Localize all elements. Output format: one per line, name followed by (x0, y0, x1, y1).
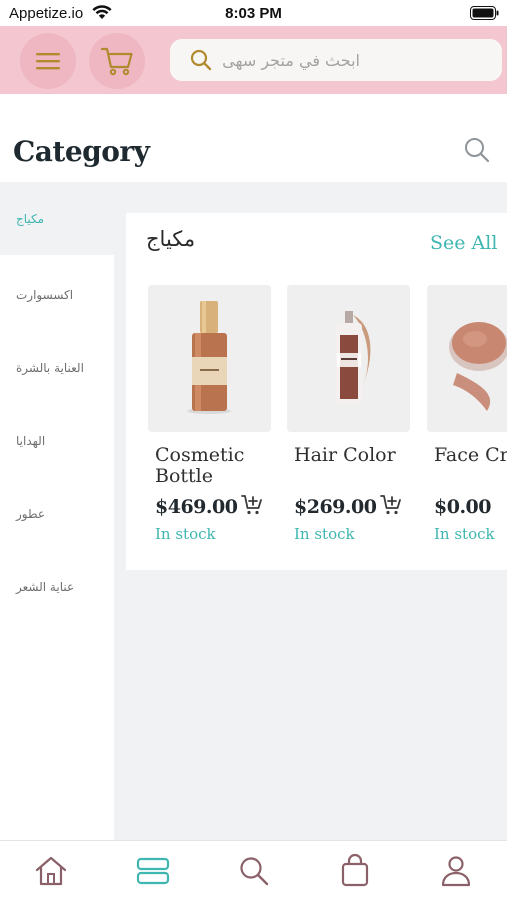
cart-icon (100, 47, 133, 76)
sidebar-item-label: مكياج (16, 212, 45, 226)
sidebar-item-perfumes[interactable]: عطور (0, 474, 114, 547)
sidebar-item-label: عناية الشعر (16, 580, 75, 594)
product-price: $0.00 (434, 496, 492, 518)
search-input[interactable] (220, 45, 490, 75)
sidebar-item-label: اكسسوارت (16, 288, 74, 302)
bottom-nav (0, 840, 507, 900)
categories-icon[interactable] (135, 853, 171, 889)
search-icon[interactable] (190, 49, 212, 71)
sidebar-item-gifts[interactable]: الهدايا (0, 401, 114, 474)
products-panel: مكياج See All Cosmetic Bottle $469.00 In… (126, 213, 507, 570)
stock-status: In stock (155, 525, 216, 543)
see-all-link[interactable]: See All (430, 232, 497, 254)
profile-icon[interactable] (438, 853, 474, 889)
product-card[interactable]: Face Cre $0.00 In stock (427, 285, 507, 555)
search-nav-icon[interactable] (236, 853, 272, 889)
sidebar-item-accessories[interactable]: اكسسوارت (0, 255, 114, 328)
battery-icon (470, 6, 499, 20)
sidebar-item-label: العناية بالشرة (16, 361, 84, 375)
product-name: Cosmetic Bottle (155, 444, 245, 487)
add-to-cart-icon[interactable] (380, 494, 402, 516)
status-bar: Appetize.io 8:03 PM (0, 0, 507, 26)
product-image (287, 285, 410, 432)
product-name: Hair Color (294, 444, 396, 466)
page-title: Category (13, 135, 150, 168)
face-cream-image (427, 285, 507, 432)
product-card[interactable]: Cosmetic Bottle $469.00 In stock (148, 285, 271, 555)
menu-button[interactable] (20, 33, 76, 89)
product-card[interactable]: Hair Color $269.00 In stock (287, 285, 410, 555)
cart-button[interactable] (89, 33, 145, 89)
search-box (170, 39, 502, 81)
product-image (148, 285, 271, 432)
product-price: $469.00 (155, 496, 238, 518)
stock-status: In stock (434, 525, 495, 543)
panel-heading: مكياج (146, 227, 196, 251)
category-sidebar: مكياج اكسسوارت العناية بالشرة الهدايا عط… (0, 182, 114, 840)
product-image (427, 285, 507, 432)
hamburger-icon (36, 53, 60, 70)
app-header (0, 26, 507, 94)
sidebar-item-label: عطور (16, 507, 45, 521)
sidebar-item-haircare[interactable]: عناية الشعر (0, 547, 114, 620)
stock-status: In stock (294, 525, 355, 543)
product-price: $269.00 (294, 496, 377, 518)
product-name: Face Cre (434, 444, 507, 466)
category-search-icon[interactable] (463, 136, 491, 164)
home-icon[interactable] (33, 853, 69, 889)
bag-icon[interactable] (337, 853, 373, 889)
sidebar-item-makeup[interactable]: مكياج (0, 182, 114, 255)
add-to-cart-icon[interactable] (241, 494, 263, 516)
sidebar-item-label: الهدايا (16, 434, 46, 448)
cosmetic-bottle-image (148, 285, 271, 432)
hair-color-bottle-image (287, 285, 410, 432)
sidebar-item-skincare[interactable]: العناية بالشرة (0, 328, 114, 401)
status-time: 8:03 PM (225, 5, 282, 22)
